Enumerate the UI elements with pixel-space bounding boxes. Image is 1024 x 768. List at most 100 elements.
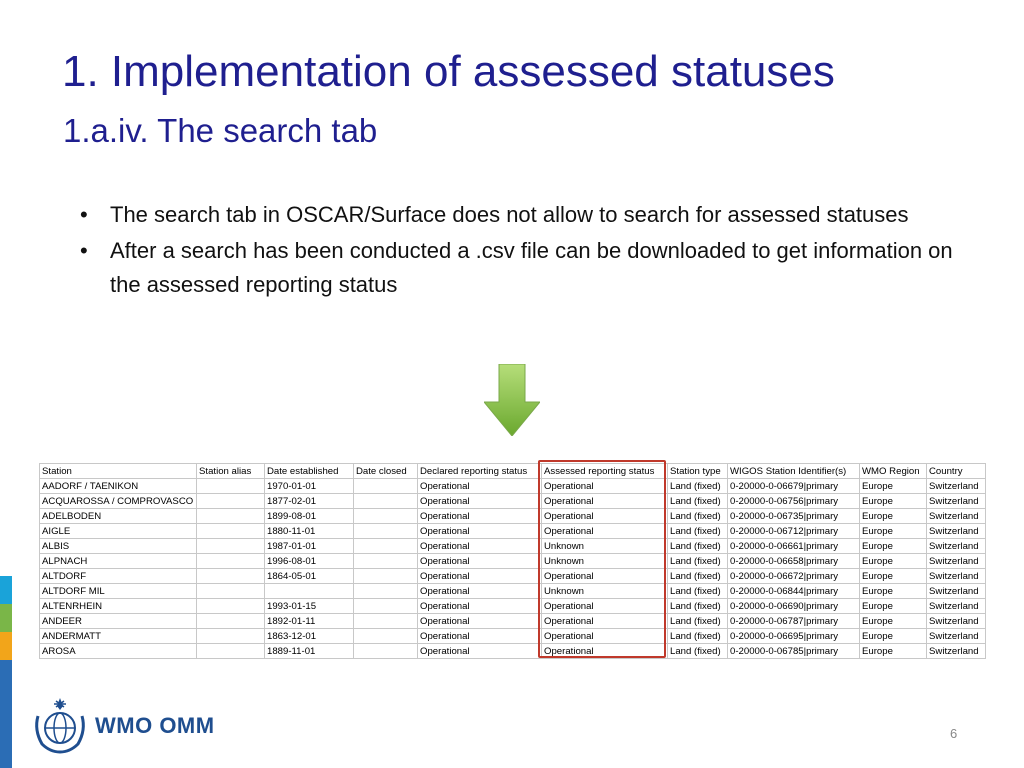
column-header: Station alias (196, 463, 265, 479)
table-cell: Europe (859, 583, 927, 599)
bullet-item: • The search tab in OSCAR/Surface does no… (78, 198, 958, 232)
table-cell: 0-20000-0-06679|primary (727, 478, 860, 494)
table-cell: 0-20000-0-06844|primary (727, 583, 860, 599)
table-cell: Europe (859, 643, 927, 659)
bullet-icon: • (80, 202, 88, 227)
table-cell: Switzerland (926, 643, 986, 659)
table-cell: Europe (859, 553, 927, 569)
table-row: ANDERMATT 1863-12-01 Operational Operationa… (39, 628, 986, 644)
table-cell: 0-20000-0-06756|primary (727, 493, 860, 509)
table-row: ADELBODEN 1899-08-01 Operational Operationa… (39, 508, 986, 524)
logo-text: WMO OMM (95, 713, 215, 738)
table-row: AADORF / TAENIKON 1970-01-01 Operational Op… (39, 478, 986, 494)
table-cell: Europe (859, 508, 927, 524)
table-cell: 1993-01-15 (264, 598, 354, 614)
table-cell: Land (fixed) (667, 568, 728, 584)
table-cell: Operational (541, 523, 668, 539)
table-cell: 0-20000-0-06787|primary (727, 613, 860, 629)
table-header-row: Station Station alias Date established Date… (39, 463, 986, 479)
table-cell (353, 553, 418, 569)
table-cell (196, 538, 265, 554)
table-cell: 0-20000-0-06672|primary (727, 568, 860, 584)
slide-subtitle: 1.a.iv. The search tab (63, 112, 378, 149)
bullet-text: The search tab in OSCAR/Surface does not… (110, 202, 909, 227)
table-cell (196, 508, 265, 524)
table-cell: Switzerland (926, 508, 986, 524)
column-header: Date closed (353, 463, 418, 479)
table-cell: Operational (541, 613, 668, 629)
table-cell (353, 523, 418, 539)
table-cell: Operational (417, 583, 542, 599)
column-header: Declared reporting status (417, 463, 542, 479)
table-cell: 1996-08-01 (264, 553, 354, 569)
table-cell: ALTENRHEIN (39, 598, 197, 614)
table-cell (196, 568, 265, 584)
table-cell: 0-20000-0-06695|primary (727, 628, 860, 644)
table-cell: Switzerland (926, 598, 986, 614)
table-cell: ALTDORF MIL (39, 583, 197, 599)
table-cell: ACQUAROSSA / COMPROVASCO (39, 493, 197, 509)
table-cell: ALBIS (39, 538, 197, 554)
stations-table: Station Station alias Date established Date… (39, 463, 986, 659)
column-header: Station (39, 463, 197, 479)
stripe-blue (0, 660, 12, 768)
table-cell: Europe (859, 538, 927, 554)
table-cell: Operational (541, 643, 668, 659)
table-cell: Land (fixed) (667, 478, 728, 494)
table-cell: Land (fixed) (667, 613, 728, 629)
table-cell: 1970-01-01 (264, 478, 354, 494)
table-row: ANDEER 1892-01-11 Operational Operational La… (39, 613, 986, 629)
table-row: ACQUAROSSA / COMPROVASCO 1877-02-01 Operat… (39, 493, 986, 509)
table-cell: Europe (859, 523, 927, 539)
table-cell: ALPNACH (39, 553, 197, 569)
table-cell (196, 643, 265, 659)
table-cell: 1863-12-01 (264, 628, 354, 644)
table-cell: Operational (541, 478, 668, 494)
table-cell: Operational (417, 628, 542, 644)
table-cell: Operational (417, 523, 542, 539)
table-cell (196, 613, 265, 629)
table-cell: Land (fixed) (667, 598, 728, 614)
table-cell: Switzerland (926, 553, 986, 569)
table-cell: Switzerland (926, 538, 986, 554)
table-row: ALTDORF MIL Operational Unknown Land (fixed… (39, 583, 986, 599)
table-cell: Switzerland (926, 628, 986, 644)
table-row: AIGLE 1880-11-01 Operational Operational Lan… (39, 523, 986, 539)
table-cell: Land (fixed) (667, 493, 728, 509)
stripe-blue-light (0, 576, 12, 604)
table-cell (353, 643, 418, 659)
table-cell: Land (fixed) (667, 628, 728, 644)
table-cell: Operational (417, 553, 542, 569)
table-row: ALTENRHEIN 1993-01-15 Operational Operation… (39, 598, 986, 614)
table-cell: ALTDORF (39, 568, 197, 584)
table-cell: 1889-11-01 (264, 643, 354, 659)
table-cell: Switzerland (926, 583, 986, 599)
table-row: ALBIS 1987-01-01 Operational Unknown Land (f… (39, 538, 986, 554)
table-cell: Operational (417, 508, 542, 524)
table-cell: Land (fixed) (667, 643, 728, 659)
column-header: Assessed reporting status (541, 463, 668, 479)
table-cell: 0-20000-0-06690|primary (727, 598, 860, 614)
slide: 1. Implementation of assessed statuses 1… (0, 0, 1024, 768)
table-row: ALPNACH 1996-08-01 Operational Unknown Land … (39, 553, 986, 569)
column-header: Station type (667, 463, 728, 479)
table-cell: Europe (859, 613, 927, 629)
table-cell: Operational (541, 493, 668, 509)
table-cell: Operational (417, 643, 542, 659)
table-cell: ANDERMATT (39, 628, 197, 644)
table-cell: 0-20000-0-06658|primary (727, 553, 860, 569)
table-cell: ADELBODEN (39, 508, 197, 524)
table-cell: Land (fixed) (667, 583, 728, 599)
stripe-green (0, 604, 12, 632)
table-cell: Switzerland (926, 478, 986, 494)
bullet-item: • After a search has been conducted a .cs… (78, 234, 958, 302)
wmo-logo-icon (35, 698, 85, 754)
table-cell (353, 583, 418, 599)
table-cell: 0-20000-0-06661|primary (727, 538, 860, 554)
table-cell (196, 628, 265, 644)
table-cell (353, 568, 418, 584)
down-arrow-icon (484, 364, 540, 436)
table-cell: Europe (859, 628, 927, 644)
table-cell: Operational (417, 493, 542, 509)
table-cell: Operational (541, 598, 668, 614)
